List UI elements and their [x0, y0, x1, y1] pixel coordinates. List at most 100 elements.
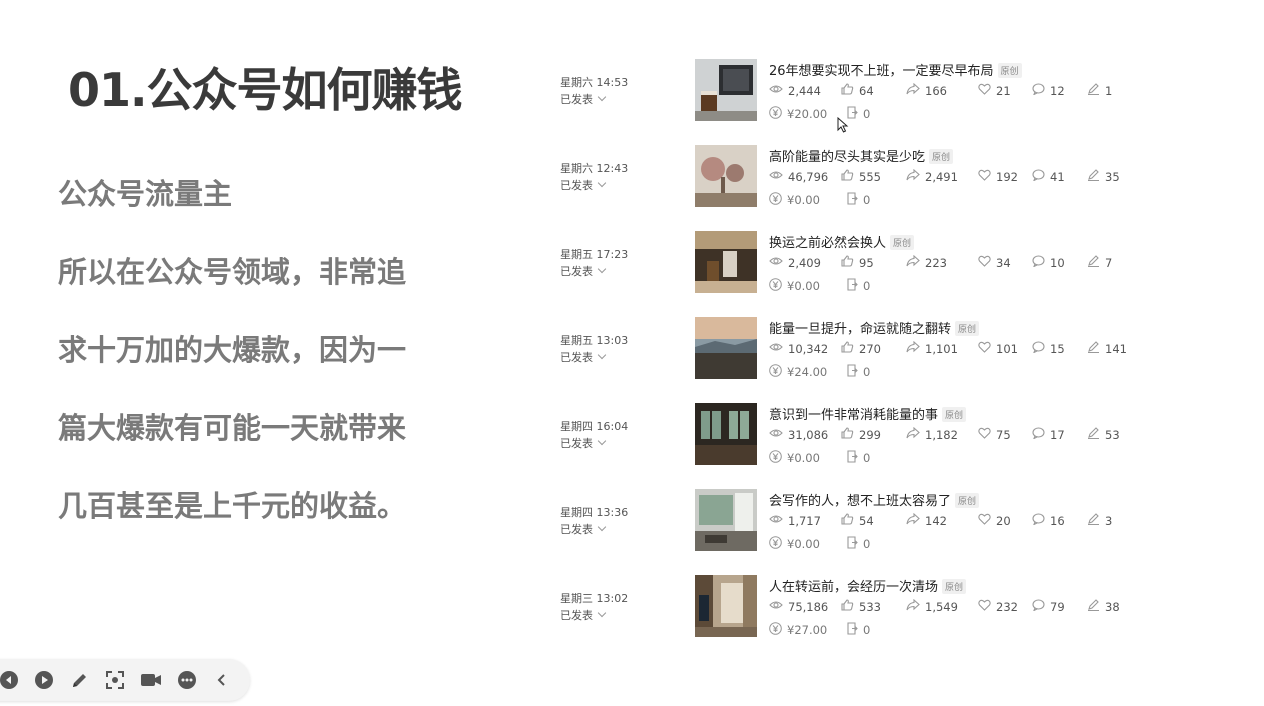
article-row[interactable]: 星期五 17:23 已发表 换运之前必然会换人 原创 2,409 95 223 34 10 7 ¥0… [560, 228, 1180, 314]
views-stat: 2,409 [769, 255, 821, 270]
article-thumbnail[interactable] [695, 575, 757, 637]
article-row[interactable]: 星期六 14:53 已发表 26年想要实现不上班，一定要尽早布局 原创 2,444 64 1… [560, 56, 1180, 142]
slide-title: 01.公众号如何赚钱 [68, 63, 462, 117]
yen-icon [769, 192, 787, 208]
income-stat: ¥0.00 [769, 278, 820, 294]
article-meta: 星期六 12:43 已发表 [560, 160, 628, 194]
slide-body: 公众号流量主 所以在公众号领域，非常追 求十万加的大爆款，因为一 篇大爆款有可能… [58, 170, 478, 560]
collapse-icon[interactable] [210, 668, 234, 692]
income-stat: ¥0.00 [769, 450, 820, 466]
article-row[interactable]: 星期三 13:02 已发表 人在转运前，会经历一次清场 原创 75,186 533 1,54… [560, 572, 1180, 658]
pen-icon[interactable] [68, 668, 92, 692]
article-title[interactable]: 高阶能量的尽头其实是少吃 原创 [769, 146, 954, 165]
yen-icon [769, 536, 787, 552]
article-income: ¥27.00 0 [769, 622, 969, 638]
pen-icon [1087, 255, 1105, 270]
article-title[interactable]: 意识到一件非常消耗能量的事 原创 [769, 404, 967, 423]
article-title[interactable]: 人在转运前，会经历一次清场 原创 [769, 576, 967, 595]
favorites-stat: 21 [978, 83, 1011, 98]
article-title-text: 会写作的人，想不上班太容易了 [769, 494, 952, 509]
shares-stat: 1,182 [906, 426, 958, 442]
original-badge: 原创 [929, 149, 954, 164]
thumbs-up-icon [841, 599, 859, 614]
ads-count: 0 [863, 365, 871, 379]
article-title[interactable]: 换运之前必然会换人 原创 [769, 232, 915, 251]
publish-status-dropdown[interactable]: 已发表 [560, 91, 628, 108]
more-icon[interactable] [175, 668, 199, 692]
publish-status-dropdown[interactable]: 已发表 [560, 177, 628, 194]
publish-time: 星期五 13:03 [560, 334, 629, 347]
article-income: ¥0.00 0 [769, 278, 969, 294]
shares-stat: 166 [906, 82, 947, 98]
article-thumbnail[interactable] [695, 489, 757, 551]
thumbs-up-icon [841, 513, 859, 528]
ad-icon [846, 364, 863, 380]
views-stat: 2,444 [769, 83, 821, 98]
heart-icon [978, 513, 996, 528]
edits-stat: 1 [1087, 83, 1112, 98]
publish-time: 星期四 13:36 [560, 506, 629, 519]
original-badge: 原创 [997, 63, 1022, 78]
article-thumbnail[interactable] [695, 403, 757, 465]
original-badge: 原创 [890, 235, 915, 250]
yen-icon [769, 622, 787, 638]
shares-stat: 1,101 [906, 340, 958, 356]
article-row[interactable]: 星期六 12:43 已发表 高阶能量的尽头其实是少吃 原创 46,796 555 2,491… [560, 142, 1180, 228]
views-stat: 10,342 [769, 341, 828, 356]
article-title[interactable]: 会写作的人，想不上班太容易了 原创 [769, 490, 980, 509]
publish-time: 星期四 16:04 [560, 420, 629, 433]
article-meta: 星期六 14:53 已发表 [560, 74, 628, 108]
publish-status-dropdown[interactable]: 已发表 [560, 607, 628, 624]
article-thumbnail[interactable] [695, 317, 757, 379]
income-stat: ¥0.00 [769, 536, 820, 552]
views-stat: 31,086 [769, 427, 828, 442]
likes-count: 270 [859, 341, 881, 356]
play-icon[interactable] [32, 668, 56, 692]
article-income: ¥0.00 0 [769, 192, 969, 208]
ad-icon [846, 536, 863, 552]
article-thumbnail[interactable] [695, 59, 757, 121]
publish-status-dropdown[interactable]: 已发表 [560, 435, 628, 452]
comment-icon [1032, 255, 1050, 270]
ads-count: 0 [863, 279, 871, 293]
body-line: 公众号流量主 [58, 177, 233, 211]
article-thumbnail[interactable] [695, 145, 757, 207]
ads-count: 0 [863, 193, 871, 207]
eye-icon [769, 427, 788, 442]
article-thumbnail[interactable] [695, 231, 757, 293]
edits-count: 141 [1105, 341, 1127, 356]
publish-status: 已发表 [560, 351, 593, 364]
thumbs-up-icon [841, 427, 859, 442]
views-count: 31,086 [788, 427, 829, 442]
chevron-down-icon [597, 436, 607, 446]
article-row[interactable]: 星期四 16:04 已发表 意识到一件非常消耗能量的事 原创 31,086 299 1,18… [560, 400, 1180, 486]
article-income: ¥0.00 0 [769, 536, 969, 552]
favorites-count: 232 [996, 599, 1018, 614]
income-amount: ¥0.00 [787, 451, 820, 465]
publish-status-dropdown[interactable]: 已发表 [560, 263, 628, 280]
edits-count: 38 [1105, 599, 1120, 614]
publish-status-dropdown[interactable]: 已发表 [560, 349, 628, 366]
likes-count: 533 [859, 599, 881, 614]
article-stats: 46,796 555 2,491 192 41 35 [769, 168, 1189, 185]
article-title[interactable]: 26年想要实现不上班，一定要尽早布局 原创 [769, 60, 1022, 79]
prev-icon[interactable] [0, 668, 21, 692]
camera-icon[interactable] [139, 668, 163, 692]
article-title[interactable]: 能量一旦提升，命运就随之翻转 原创 [769, 318, 980, 337]
views-stat: 75,186 [769, 599, 828, 614]
article-row[interactable]: 星期五 13:03 已发表 能量一旦提升，命运就随之翻转 原创 10,342 270 1,1… [560, 314, 1180, 400]
shares-count: 1,182 [925, 427, 958, 442]
edits-count: 3 [1105, 513, 1113, 528]
body-line: 几百甚至是上千元的收益。 [58, 489, 407, 523]
favorites-stat: 20 [978, 513, 1011, 528]
likes-stat: 555 [841, 169, 881, 184]
views-count: 2,409 [788, 255, 821, 270]
publish-status-dropdown[interactable]: 已发表 [560, 521, 628, 538]
comment-icon [1032, 599, 1050, 614]
article-row[interactable]: 星期四 13:36 已发表 会写作的人，想不上班太容易了 原创 1,717 54 142 20… [560, 486, 1180, 572]
screenshot-icon[interactable] [103, 668, 127, 692]
comments-stat: 79 [1032, 599, 1065, 614]
heart-icon [978, 341, 996, 356]
presentation-toolbar [0, 659, 250, 701]
heart-icon [978, 599, 996, 614]
